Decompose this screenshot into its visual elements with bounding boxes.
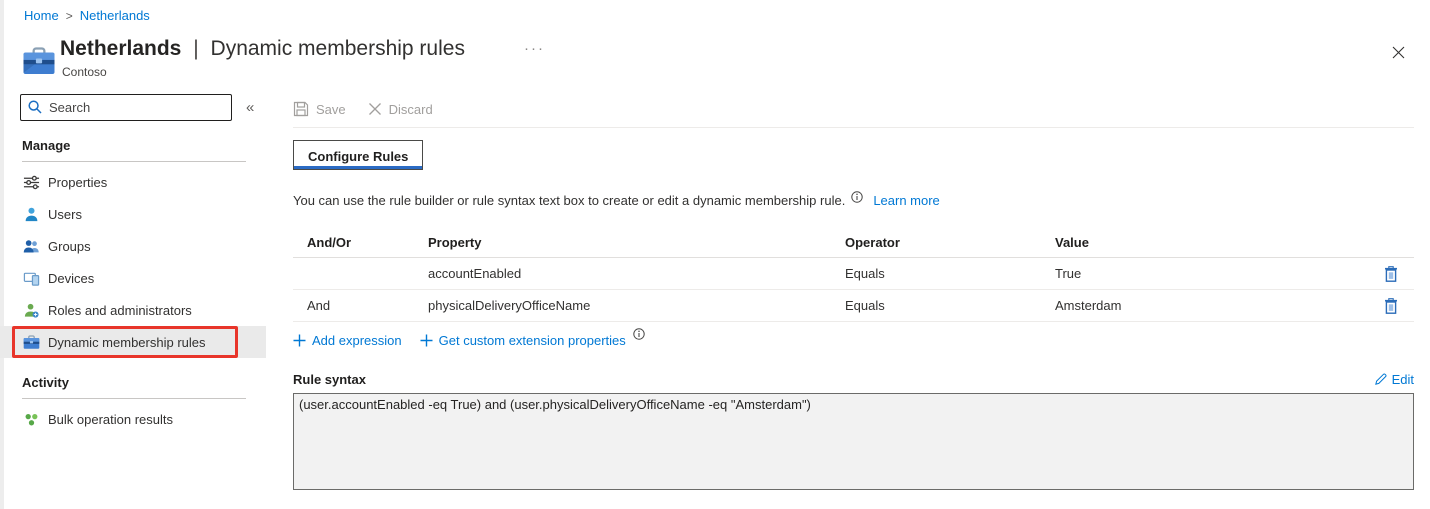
get-custom-extension-properties-button[interactable]: Get custom extension properties bbox=[420, 333, 645, 348]
save-icon bbox=[293, 101, 309, 117]
cell-value[interactable]: True bbox=[1055, 266, 1368, 281]
breadcrumb-separator: > bbox=[66, 9, 73, 23]
info-icon[interactable] bbox=[851, 191, 863, 203]
search-icon bbox=[27, 99, 43, 115]
expression-actions: Add expression Get custom extension prop… bbox=[293, 333, 1414, 348]
table-header-row: And/Or Property Operator Value bbox=[293, 228, 1414, 258]
cell-operator[interactable]: Equals bbox=[845, 298, 1055, 313]
cell-property[interactable]: accountEnabled bbox=[428, 266, 845, 281]
page-title: Netherlands | Dynamic membership rules bbox=[60, 37, 465, 61]
briefcase-icon bbox=[22, 333, 40, 351]
sidebar-item-devices[interactable]: Devices bbox=[0, 262, 266, 294]
breadcrumb-home-link[interactable]: Home bbox=[24, 8, 59, 23]
search-box bbox=[20, 94, 232, 121]
close-icon bbox=[1391, 45, 1406, 60]
user-icon bbox=[22, 205, 40, 223]
people-icon bbox=[22, 237, 40, 255]
sidebar-item-label: Properties bbox=[48, 175, 107, 190]
page-title-group-name: Netherlands bbox=[60, 37, 181, 60]
sidebar-item-users[interactable]: Users bbox=[0, 198, 266, 230]
admin-user-icon bbox=[22, 301, 40, 319]
page-title-blade-name: Dynamic membership rules bbox=[211, 37, 465, 60]
sidebar-item-roles-and-administrators[interactable]: Roles and administrators bbox=[0, 294, 266, 326]
col-header-value: Value bbox=[1055, 235, 1368, 250]
devices-icon bbox=[22, 269, 40, 287]
page-subtitle: Contoso bbox=[62, 65, 107, 79]
command-bar: Save Discard bbox=[293, 98, 1414, 120]
sidebar-item-label: Dynamic membership rules bbox=[48, 335, 206, 350]
search-input[interactable] bbox=[20, 94, 232, 121]
discard-button[interactable]: Discard bbox=[368, 102, 433, 117]
sidebar-item-bulk-operation-results[interactable]: Bulk operation results bbox=[0, 403, 266, 435]
bulk-results-icon bbox=[22, 410, 40, 428]
close-blade-button[interactable] bbox=[1388, 42, 1408, 62]
cell-and-or[interactable]: And bbox=[307, 298, 428, 313]
description-row: You can use the rule builder or rule syn… bbox=[293, 193, 1414, 208]
azure-dynamic-membership-page: Home > Netherlands Netherlands | Dynamic… bbox=[0, 0, 1430, 509]
trash-icon bbox=[1384, 266, 1398, 282]
plus-icon bbox=[420, 334, 433, 347]
add-expression-label: Add expression bbox=[312, 333, 402, 348]
sidebar-item-dynamic-membership-rules[interactable]: Dynamic membership rules bbox=[0, 326, 266, 358]
col-header-operator: Operator bbox=[845, 235, 1055, 250]
sidebar: « Manage Properties Users bbox=[0, 94, 266, 435]
cell-operator[interactable]: Equals bbox=[845, 266, 1055, 281]
tab-configure-rules[interactable]: Configure Rules bbox=[293, 140, 423, 170]
pencil-icon bbox=[1374, 373, 1387, 386]
plus-icon bbox=[293, 334, 306, 347]
col-header-and-or: And/Or bbox=[307, 235, 428, 250]
page-title-divider: | bbox=[193, 37, 198, 60]
get-custom-label: Get custom extension properties bbox=[439, 333, 626, 348]
sidebar-item-label: Roles and administrators bbox=[48, 303, 192, 318]
delete-rule-button[interactable] bbox=[1368, 266, 1414, 282]
info-icon[interactable] bbox=[633, 328, 645, 343]
main-content: Save Discard Configure Rules You can use… bbox=[293, 98, 1414, 490]
toolbar-divider bbox=[293, 127, 1414, 128]
col-header-property: Property bbox=[428, 235, 845, 250]
discard-icon bbox=[368, 102, 382, 116]
rule-syntax-header: Rule syntax Edit bbox=[293, 372, 1414, 387]
save-button[interactable]: Save bbox=[293, 101, 346, 117]
section-divider bbox=[22, 161, 246, 162]
edit-label: Edit bbox=[1392, 372, 1414, 387]
breadcrumb: Home > Netherlands bbox=[24, 8, 150, 23]
rule-syntax-textbox[interactable]: (user.accountEnabled -eq True) and (user… bbox=[293, 393, 1414, 490]
sidebar-item-groups[interactable]: Groups bbox=[0, 230, 266, 262]
table-row: accountEnabled Equals True bbox=[293, 258, 1414, 290]
sliders-icon bbox=[22, 173, 40, 191]
section-divider bbox=[22, 398, 246, 399]
delete-rule-button[interactable] bbox=[1368, 298, 1414, 314]
sidebar-section-activity: Activity bbox=[0, 375, 266, 390]
collapse-sidebar-icon[interactable]: « bbox=[246, 99, 254, 116]
sidebar-item-label: Groups bbox=[48, 239, 91, 254]
save-label: Save bbox=[316, 102, 346, 117]
sidebar-item-label: Bulk operation results bbox=[48, 412, 173, 427]
add-expression-button[interactable]: Add expression bbox=[293, 333, 402, 348]
sidebar-section-manage: Manage bbox=[0, 138, 266, 153]
cell-value[interactable]: Amsterdam bbox=[1055, 298, 1368, 313]
sidebar-item-label: Users bbox=[48, 207, 82, 222]
trash-icon bbox=[1384, 298, 1398, 314]
more-options-icon[interactable]: ··· bbox=[524, 40, 545, 57]
sidebar-item-properties[interactable]: Properties bbox=[0, 166, 266, 198]
rule-syntax-label: Rule syntax bbox=[293, 372, 366, 387]
edit-rule-syntax-button[interactable]: Edit bbox=[1374, 372, 1414, 387]
breadcrumb-netherlands-link[interactable]: Netherlands bbox=[80, 8, 150, 23]
learn-more-link[interactable]: Learn more bbox=[873, 193, 939, 208]
sidebar-item-label: Devices bbox=[48, 271, 94, 286]
description-text: You can use the rule builder or rule syn… bbox=[293, 193, 845, 208]
rule-builder-table: And/Or Property Operator Value accountEn… bbox=[293, 228, 1414, 322]
table-row: And physicalDeliveryOfficeName Equals Am… bbox=[293, 290, 1414, 322]
briefcase-icon bbox=[22, 45, 56, 76]
sidebar-search-row: « bbox=[0, 94, 266, 121]
cell-property[interactable]: physicalDeliveryOfficeName bbox=[428, 298, 845, 313]
discard-label: Discard bbox=[389, 102, 433, 117]
